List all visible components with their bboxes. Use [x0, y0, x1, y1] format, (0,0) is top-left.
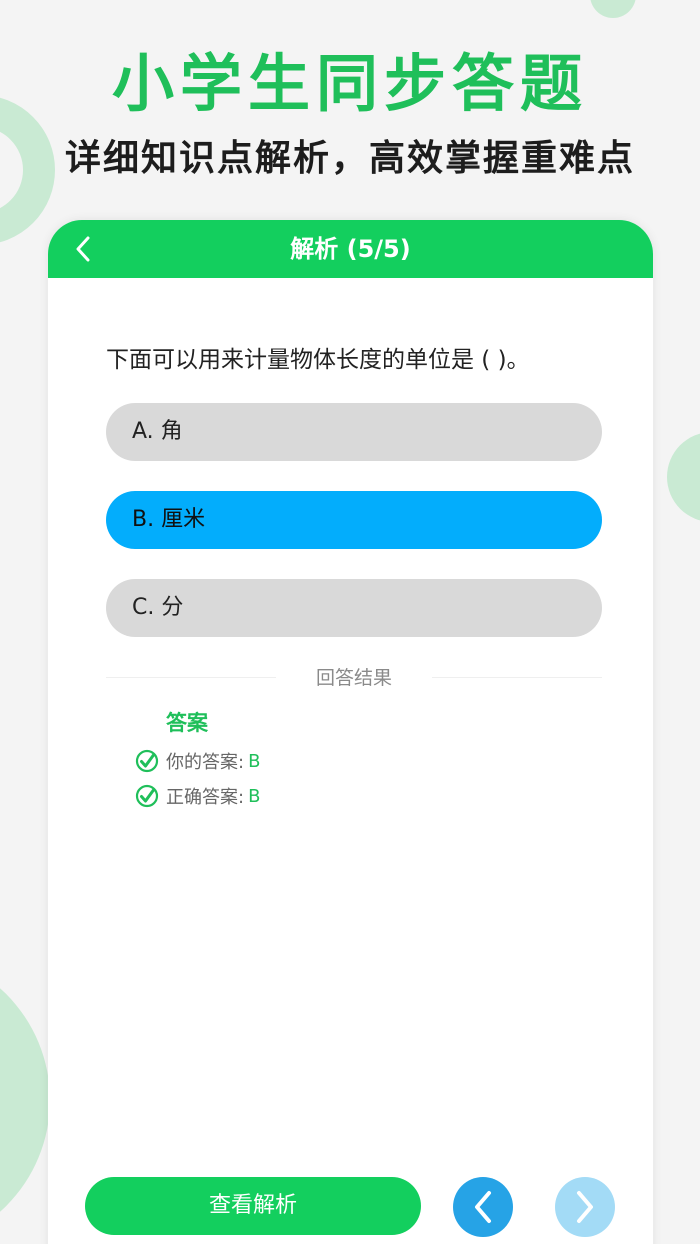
decor-circle: [667, 432, 700, 522]
answer-heading: 答案: [166, 711, 208, 735]
option-b[interactable]: B. 厘米: [106, 491, 602, 549]
phone-screen: 解析 (5/5) 下面可以用来计量物体长度的单位是 ( )。 A. 角 B. 厘…: [48, 220, 653, 1244]
question-text: 下面可以用来计量物体长度的单位是 ( )。: [106, 347, 530, 373]
result-label: 回答结果: [315, 667, 392, 689]
your-answer-value: B: [248, 750, 261, 772]
option-a[interactable]: A. 角: [106, 403, 602, 461]
your-answer-row: 你的答案: B: [135, 747, 260, 775]
nav-title: 解析 (5/5): [290, 235, 411, 263]
result-divider: 回答结果: [106, 666, 602, 690]
view-analysis-button[interactable]: 查看解析: [85, 1177, 421, 1235]
nav-bar: 解析 (5/5): [48, 220, 653, 278]
option-c[interactable]: C. 分: [106, 579, 602, 637]
divider-line: [432, 677, 602, 678]
promo-headline: 小学生同步答题: [111, 47, 588, 120]
check-circle-icon: [135, 784, 159, 808]
decor-circle: [590, 0, 636, 18]
correct-answer-value: B: [248, 785, 261, 807]
screen: 小学生同步答题 详细知识点解析，高效掌握重难点 解析 (5/5) 下面可以用来计…: [0, 0, 700, 1244]
correct-answer-row: 正确答案: B: [135, 782, 260, 810]
next-question-button[interactable]: [555, 1177, 615, 1237]
chevron-right-icon: [577, 1191, 593, 1223]
previous-question-button[interactable]: [453, 1177, 513, 1237]
chevron-left-icon: [475, 1191, 491, 1223]
your-answer-label: 你的答案:: [166, 752, 245, 773]
check-circle-icon: [135, 749, 159, 773]
promo-subline: 详细知识点解析，高效掌握重难点: [64, 138, 635, 179]
correct-answer-label: 正确答案:: [166, 787, 245, 808]
decor-circle: [0, 950, 50, 1244]
